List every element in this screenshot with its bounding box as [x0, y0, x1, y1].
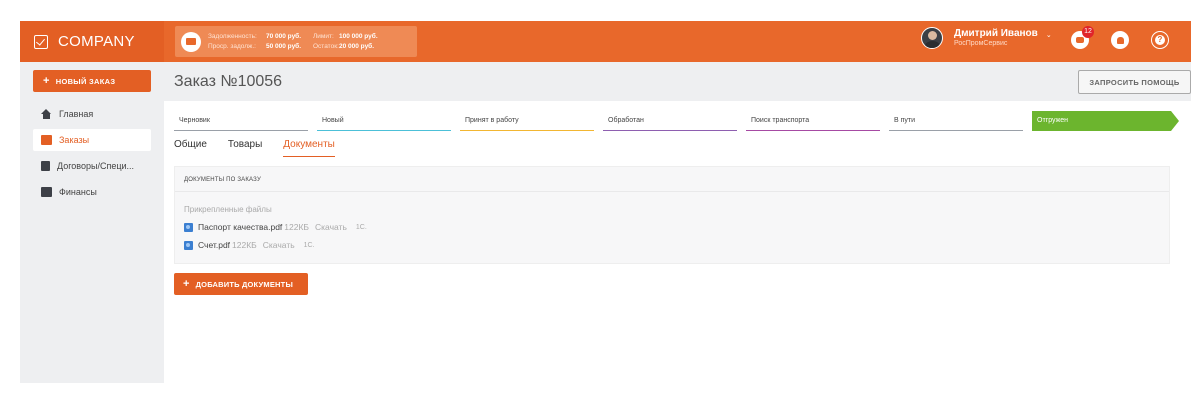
- sidebar-nav: Главная Заказы Договоры/Специ... Финансы: [33, 103, 151, 207]
- sidebar: + НОВЫЙ ЗАКАЗ Главная Заказы Договоры/Сп…: [20, 62, 164, 383]
- chat-count-badge: 12: [1082, 26, 1094, 38]
- box-icon: [41, 135, 52, 145]
- app-window: COMPANY Задолженность: 70 000 руб. Лимит: 1…: [20, 21, 1191, 383]
- file-size: 122КБ: [284, 222, 310, 232]
- onec-link[interactable]: 1С.: [304, 242, 315, 249]
- document-icon: [41, 161, 50, 171]
- file-row: Счет.pdf 122КБ Скачать 1С.: [184, 240, 315, 250]
- onec-link[interactable]: 1С.: [356, 224, 367, 231]
- sidebar-item-orders[interactable]: Заказы: [33, 129, 151, 151]
- status-arrow-icon: [1171, 111, 1179, 131]
- tab-goods[interactable]: Товары: [228, 139, 262, 157]
- step-line: [460, 129, 594, 131]
- sidebar-item-label: Заказы: [59, 135, 90, 145]
- step-line: [174, 129, 308, 131]
- step-line: [317, 129, 451, 131]
- file-icon: [184, 222, 193, 232]
- main-content: Заказ №10056 ЗАПРОСИТЬ ПОМОЩЬ Черновик Н…: [164, 62, 1191, 383]
- status-step: Новый: [317, 111, 451, 131]
- chevron-down-icon: ⌄: [1045, 32, 1052, 39]
- status-step: Черновик: [174, 111, 308, 131]
- logo[interactable]: COMPANY: [20, 21, 164, 62]
- documents-panel: ДОКУМЕНТЫ ПО ЗАКАЗУ Прикрепленные файлы …: [174, 166, 1170, 264]
- title-bar: Заказ №10056 ЗАПРОСИТЬ ПОМОЩЬ: [164, 62, 1191, 101]
- user-name: Дмитрий Иванов: [954, 28, 1038, 39]
- sidebar-item-label: Финансы: [59, 187, 97, 197]
- brand-name: COMPANY: [58, 33, 135, 50]
- balance-value: 20 000 руб.: [339, 42, 375, 50]
- plus-icon: +: [43, 75, 50, 87]
- add-documents-label: ДОБАВИТЬ ДОКУМЕНТЫ: [195, 279, 293, 289]
- file-row: Паспорт качества.pdf 122КБ Скачать 1С.: [184, 222, 367, 232]
- plus-icon: +: [183, 278, 190, 290]
- tab-general[interactable]: Общие: [174, 139, 207, 157]
- debt-summary: Задолженность: 70 000 руб. Лимит: 100 000 р…: [175, 26, 417, 57]
- status-step: В пути: [889, 111, 1023, 131]
- tab-documents[interactable]: Документы: [283, 139, 335, 157]
- wallet-icon: [181, 31, 201, 52]
- download-link[interactable]: Скачать: [315, 222, 347, 232]
- balance-label: Остаток:: [313, 42, 339, 50]
- step-line: [746, 129, 880, 131]
- sidebar-item-label: Главная: [59, 109, 94, 119]
- file-name-link[interactable]: Счет.pdf: [198, 240, 230, 250]
- sidebar-item-label: Договоры/Специ...: [57, 161, 135, 171]
- file-size: 122КБ: [232, 240, 257, 250]
- limit-value: 100 000 руб.: [339, 32, 378, 40]
- user-org: РосПромСервис: [954, 40, 1008, 47]
- file-icon: [184, 240, 193, 250]
- step-line: [889, 129, 1023, 131]
- card-icon: [41, 187, 52, 197]
- new-order-button[interactable]: + НОВЫЙ ЗАКАЗ: [33, 70, 151, 92]
- attached-files-label: Прикрепленные файлы: [184, 205, 272, 214]
- sidebar-item-contracts[interactable]: Договоры/Специ...: [33, 155, 151, 177]
- avatar: [921, 27, 943, 49]
- help-icon[interactable]: ?: [1151, 31, 1169, 49]
- order-tabs: Общие Товары Документы: [174, 139, 356, 157]
- logo-check-icon: [34, 34, 48, 49]
- status-step: Поиск транспорта: [746, 111, 880, 131]
- sidebar-item-home[interactable]: Главная: [33, 103, 151, 125]
- limit-label: Лимит:: [313, 32, 334, 40]
- add-documents-button[interactable]: + ДОБАВИТЬ ДОКУМЕНТЫ: [174, 273, 308, 295]
- file-name-link[interactable]: Паспорт качества.pdf: [198, 222, 282, 232]
- home-icon: [41, 109, 52, 119]
- request-help-button[interactable]: ЗАПРОСИТЬ ПОМОЩЬ: [1078, 70, 1191, 94]
- bell-icon[interactable]: [1111, 31, 1129, 49]
- sidebar-item-finance[interactable]: Финансы: [33, 181, 151, 203]
- debt-value: 70 000 руб.: [266, 32, 302, 40]
- step-line: [603, 129, 737, 131]
- top-bar: COMPANY Задолженность: 70 000 руб. Лимит: 1…: [20, 21, 1191, 62]
- order-status-steps: Черновик Новый Принят в работу Обработан…: [174, 111, 1181, 131]
- overdue-value: 50 000 руб.: [266, 42, 302, 50]
- overdue-label: Проср. задолж.:: [208, 42, 256, 50]
- status-step-current: Отгружен: [1032, 111, 1179, 131]
- download-link[interactable]: Скачать: [263, 240, 295, 250]
- status-step: Обработан: [603, 111, 737, 131]
- page-title: Заказ №10056: [174, 73, 283, 90]
- new-order-label: НОВЫЙ ЗАКАЗ: [55, 76, 116, 86]
- debt-label: Задолженность:: [208, 32, 257, 40]
- documents-header: ДОКУМЕНТЫ ПО ЗАКАЗУ: [175, 167, 1169, 192]
- status-step: Принят в работу: [460, 111, 594, 131]
- user-menu[interactable]: Дмитрий Иванов РосПромСервис ⌄: [921, 27, 1052, 49]
